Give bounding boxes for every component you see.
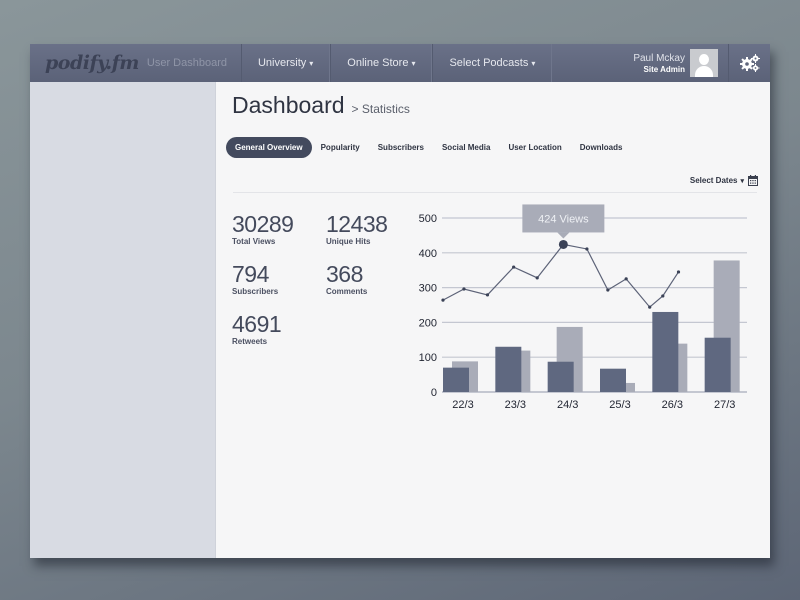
nav-university[interactable]: University ▾	[240, 44, 331, 82]
stat-subscribers: 794 Subscribers	[232, 262, 278, 296]
stat-value: 794	[232, 261, 269, 287]
calendar-icon	[748, 175, 758, 186]
app-subtitle: User Dashboard	[146, 57, 227, 69]
select-dates-dropdown[interactable]: Select Dates ▾	[690, 175, 758, 186]
x-tick-label: 26/3	[662, 399, 683, 411]
stat-value: 4691	[232, 311, 282, 337]
user-name: Paul Mckay	[633, 52, 685, 64]
user-info: Paul Mckay Site Admin	[633, 53, 685, 74]
y-tick-label: 300	[419, 283, 437, 295]
stat-unique-hits: 12438 Unique Hits	[326, 211, 388, 246]
tooltip-label: 424 Views	[538, 213, 589, 225]
line-point	[585, 247, 589, 251]
x-tick-label: 23/3	[505, 399, 526, 411]
stat-value: 12438	[326, 211, 388, 237]
tab-downloads[interactable]: Downloads	[571, 137, 632, 158]
y-tick-label: 500	[419, 213, 437, 225]
title-row: Dashboard > Statistics	[232, 92, 410, 119]
line-point	[676, 270, 681, 274]
avatar-head-shape	[699, 54, 709, 65]
y-tick-label: 100	[419, 352, 437, 364]
bar-dark	[652, 311, 679, 392]
y-tick-label: 0	[431, 387, 437, 399]
line-point	[512, 265, 516, 269]
x-tick-label: 24/3	[557, 399, 578, 411]
x-tick-label: 25/3	[609, 399, 630, 411]
user-role: Site Admin	[643, 64, 685, 74]
logo[interactable]: podify.fm	[45, 52, 139, 74]
caret-down-icon: ▾	[531, 58, 536, 68]
settings-button[interactable]	[728, 44, 770, 82]
views-chart: 0 100 200 300 400 500 22/3 23/3 24/3 25/3 26/3 27/3…	[419, 204, 747, 411]
line-point	[606, 288, 610, 292]
stat-label: Total Views	[232, 237, 276, 246]
avatar[interactable]	[690, 49, 718, 77]
tab-social-media[interactable]: Social Media	[433, 137, 499, 158]
y-tick-label: 200	[419, 317, 437, 329]
select-dates-label: Select Dates	[689, 176, 738, 185]
chart-tooltip: 424 Views	[522, 204, 605, 239]
x-tick-label: 27/3	[714, 399, 735, 411]
nav-select-podcasts[interactable]: Select Podcasts ▾	[432, 44, 553, 82]
views-line	[442, 243, 680, 308]
tab-user-location[interactable]: User Location	[499, 137, 570, 158]
nav-label: University	[257, 57, 307, 69]
line-point	[441, 298, 445, 302]
line-point	[462, 287, 466, 291]
stat-value: 30289	[232, 211, 294, 237]
y-tick-label: 400	[419, 248, 437, 260]
stat-label: Retweets	[232, 337, 268, 346]
bar-dark	[600, 368, 626, 392]
line-point	[485, 293, 490, 297]
caret-down-icon: ▾	[740, 177, 744, 185]
bar-dark	[443, 367, 469, 392]
stat-comments: 368 Comments	[326, 262, 367, 296]
stat-label: Unique Hits	[326, 237, 371, 246]
sidebar	[30, 82, 216, 558]
line-point	[661, 294, 665, 298]
avatar-body-shape	[695, 66, 713, 77]
line-point	[535, 276, 539, 280]
stat-value: 368	[326, 261, 363, 287]
breadcrumb[interactable]: > Statistics	[352, 102, 410, 116]
tab-general-overview[interactable]: General Overview	[226, 137, 312, 158]
nav-label: Select Podcasts	[449, 57, 529, 69]
chart-line	[441, 239, 681, 309]
caret-down-icon: ▾	[411, 58, 416, 68]
tab-subscribers[interactable]: Subscribers	[369, 137, 433, 158]
stat-total-views: 30289 Total Views	[232, 211, 294, 246]
bar-dark	[704, 337, 731, 392]
caret-down-icon: ▾	[309, 58, 314, 68]
highlight-point	[558, 239, 568, 249]
bar-dark	[547, 361, 574, 392]
divider	[233, 192, 757, 193]
top-navbar: podify.fm User Dashboard University ▾ On…	[30, 44, 770, 82]
chart-grid	[442, 217, 747, 393]
gears-icon	[739, 54, 760, 72]
stat-label: Subscribers	[232, 287, 279, 296]
nav-label: Online Store	[347, 57, 409, 69]
nav-online-store[interactable]: Online Store ▾	[330, 44, 433, 82]
stat-label: Comments	[326, 287, 368, 296]
tab-bar: General Overview Popularity Subscribers …	[226, 137, 631, 158]
page-title: Dashboard	[232, 92, 345, 118]
x-tick-label: 22/3	[452, 399, 473, 411]
stat-retweets: 4691 Retweets	[232, 311, 282, 346]
line-point	[648, 305, 652, 309]
line-point	[624, 277, 628, 281]
user-menu[interactable]: Paul Mckay Site Admin	[633, 44, 770, 82]
tab-popularity[interactable]: Popularity	[312, 137, 369, 158]
bar-dark	[495, 346, 522, 392]
tooltip-arrow	[557, 232, 570, 239]
chart-bars	[443, 260, 740, 392]
